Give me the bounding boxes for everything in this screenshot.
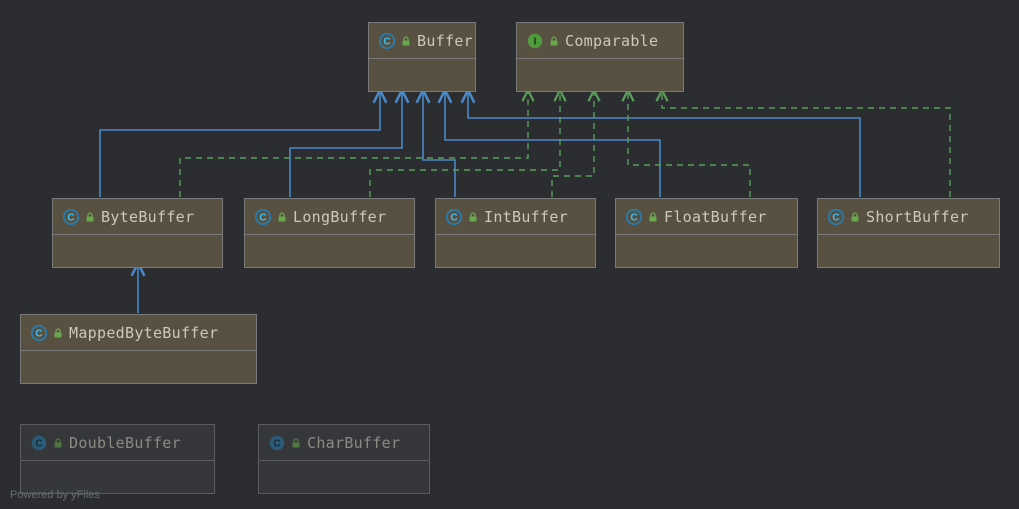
edge-floatbuffer-buffer — [445, 90, 660, 197]
class-abstract-icon — [379, 33, 395, 49]
lock-icon — [549, 36, 559, 46]
node-label: FloatBuffer — [664, 208, 767, 226]
lock-icon — [85, 212, 95, 222]
node-intbuffer[interactable]: IntBuffer — [435, 198, 596, 268]
lock-icon — [277, 212, 287, 222]
node-body — [369, 58, 475, 91]
node-label: Comparable — [565, 32, 658, 50]
edge-shortbuffer-buffer — [468, 90, 860, 197]
edge-floatbuffer-comparable — [628, 90, 750, 197]
node-label: ShortBuffer — [866, 208, 969, 226]
node-label: ByteBuffer — [101, 208, 194, 226]
watermark: Powered by yFiles — [10, 489, 100, 501]
node-label: MappedByteBuffer — [69, 324, 218, 342]
edge-intbuffer-comparable — [552, 90, 594, 197]
node-label: CharBuffer — [307, 434, 400, 452]
node-buffer[interactable]: Buffer — [368, 22, 476, 92]
edge-longbuffer-buffer — [290, 90, 402, 197]
node-shortbuffer[interactable]: ShortBuffer — [817, 198, 1000, 268]
class-icon — [31, 435, 47, 451]
class-icon — [269, 435, 285, 451]
node-body — [517, 58, 683, 91]
class-abstract-icon — [63, 209, 79, 225]
node-doublebuffer[interactable]: DoubleBuffer — [20, 424, 215, 494]
edge-longbuffer-comparable — [370, 90, 560, 197]
node-body — [21, 350, 256, 383]
node-label: LongBuffer — [293, 208, 386, 226]
node-comparable[interactable]: Comparable — [516, 22, 684, 92]
lock-icon — [648, 212, 658, 222]
class-abstract-icon — [626, 209, 642, 225]
node-body — [616, 234, 797, 267]
lock-icon — [850, 212, 860, 222]
edge-bytebuffer-buffer — [100, 90, 380, 197]
class-abstract-icon — [828, 209, 844, 225]
node-bytebuffer[interactable]: ByteBuffer — [52, 198, 223, 268]
class-abstract-icon — [31, 325, 47, 341]
class-abstract-icon — [446, 209, 462, 225]
class-abstract-icon — [255, 209, 271, 225]
edge-bytebuffer-comparable — [180, 90, 528, 197]
node-body — [436, 234, 595, 267]
lock-icon — [53, 438, 63, 448]
lock-icon — [468, 212, 478, 222]
node-longbuffer[interactable]: LongBuffer — [244, 198, 415, 268]
node-label: IntBuffer — [484, 208, 568, 226]
node-charbuffer[interactable]: CharBuffer — [258, 424, 430, 494]
node-body — [818, 234, 999, 267]
node-body — [259, 460, 429, 493]
node-body — [245, 234, 414, 267]
interface-icon — [527, 33, 543, 49]
edge-shortbuffer-comparable — [662, 90, 950, 197]
lock-icon — [291, 438, 301, 448]
lock-icon — [53, 328, 63, 338]
node-mappedbytebuffer[interactable]: MappedByteBuffer — [20, 314, 257, 384]
edge-intbuffer-buffer — [423, 90, 455, 197]
node-floatbuffer[interactable]: FloatBuffer — [615, 198, 798, 268]
node-body — [53, 234, 222, 267]
node-label: DoubleBuffer — [69, 434, 181, 452]
node-label: Buffer — [417, 32, 473, 50]
lock-icon — [401, 36, 411, 46]
